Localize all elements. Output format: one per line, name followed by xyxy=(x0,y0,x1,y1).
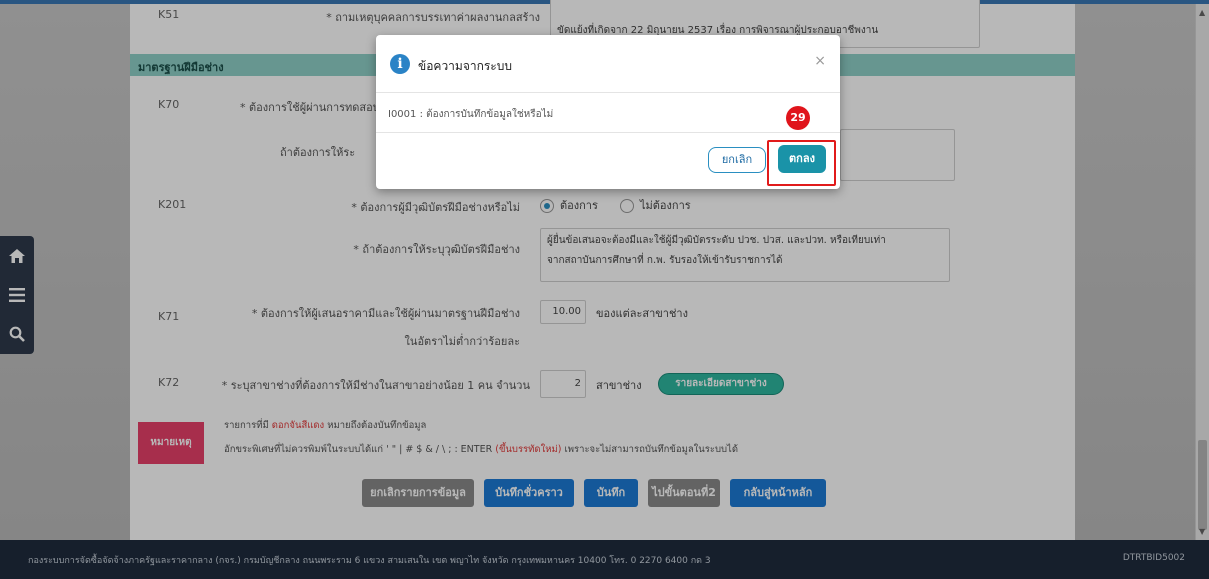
modal-title: ข้อความจากระบบ xyxy=(418,59,512,73)
modal-message: I0001 : ต้องการบันทึกข้อมูลใช่หรือไม่ xyxy=(388,109,554,120)
info-icon: i xyxy=(390,54,410,74)
close-icon[interactable]: × xyxy=(814,53,826,69)
step-badge: 29 xyxy=(786,106,810,130)
cancel-button[interactable]: ยกเลิก xyxy=(708,147,766,173)
modal-body: I0001 : ต้องการบันทึกข้อมูลใช่หรือไม่ xyxy=(376,93,840,133)
modal-header: i ข้อความจากระบบ × xyxy=(376,35,840,93)
confirm-button-highlight xyxy=(767,140,836,186)
